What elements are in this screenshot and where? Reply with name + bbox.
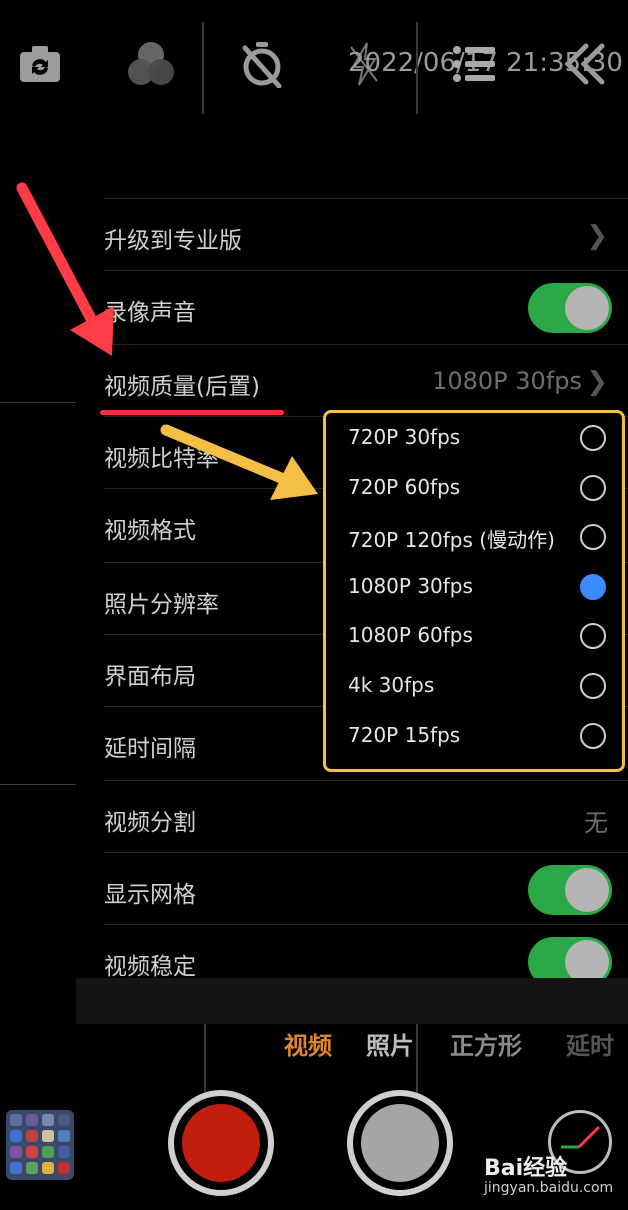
mode-tab-square[interactable]: 正方形 — [450, 1026, 522, 1061]
mode-tab-timelapse[interactable]: 延时 — [566, 1026, 628, 1061]
record-dot — [182, 1104, 260, 1182]
photo-shutter-button[interactable] — [347, 1090, 453, 1196]
mode-tab-photo[interactable]: 照片 — [366, 1026, 414, 1061]
shutter-inner — [361, 1104, 439, 1182]
gallery-thumbnail[interactable] — [6, 1110, 74, 1180]
baidu-watermark-logo: Bai经验 — [484, 1156, 568, 1181]
mode-tab-video[interactable]: 视频 — [284, 1026, 332, 1061]
app-grid-icon — [6, 1110, 74, 1180]
mode-bar-background — [76, 978, 628, 1024]
record-button[interactable] — [168, 1090, 274, 1196]
viewfinder-guide — [204, 1024, 206, 1094]
baidu-watermark-url: jingyan.baidu.com — [484, 1180, 614, 1196]
viewfinder-guide — [416, 1024, 418, 1094]
